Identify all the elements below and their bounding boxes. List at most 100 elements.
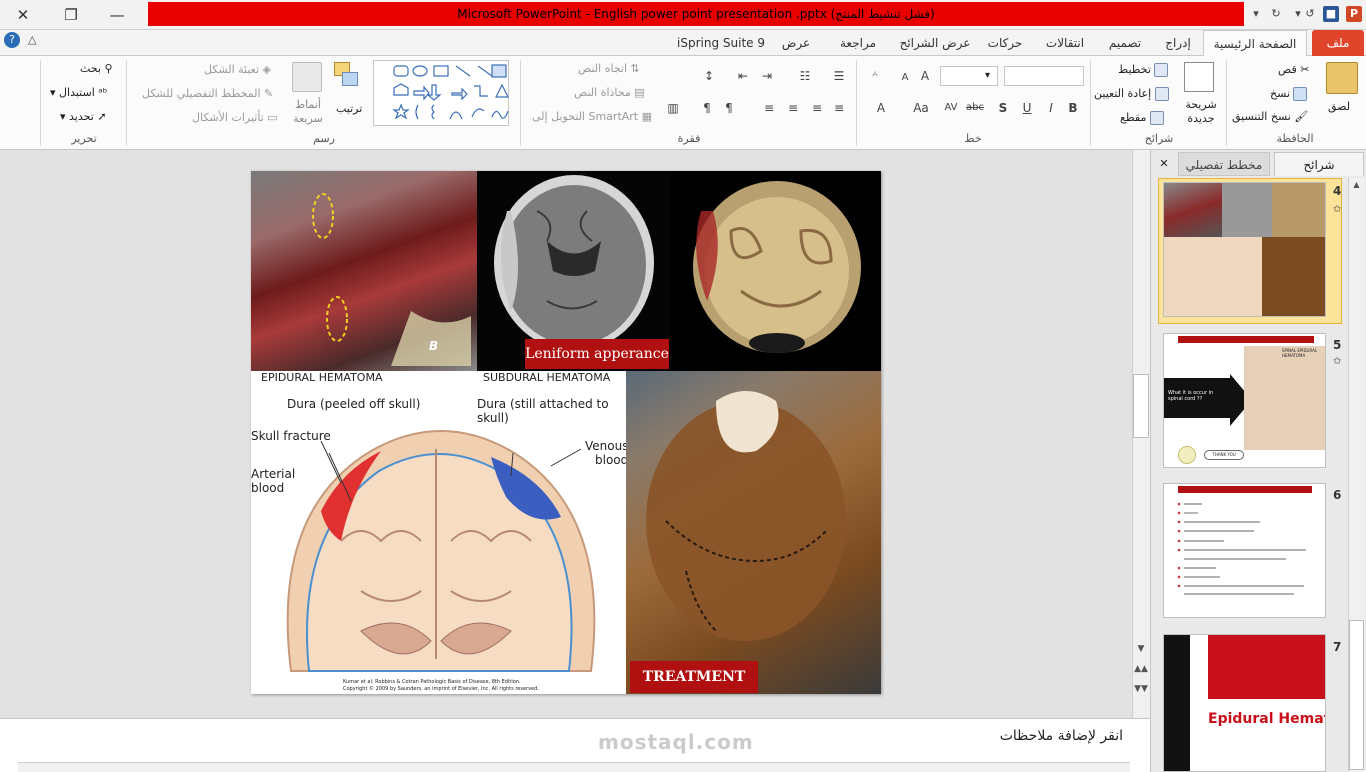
spacing-icon[interactable]: AV [942, 99, 960, 117]
tab-home[interactable]: الصفحة الرئيسية [1203, 30, 1307, 56]
tab-outline-panel[interactable]: مخطط تفصيلي [1178, 152, 1270, 176]
copy-button[interactable]: نسخ [1270, 85, 1308, 103]
numbering-icon[interactable]: ☷ [796, 67, 814, 85]
next-slide-icon[interactable]: ▼▼ [1134, 684, 1148, 694]
ltr-icon[interactable]: ¶ [698, 99, 716, 117]
bullets-icon[interactable]: ☰ [830, 67, 848, 85]
notes-placeholder[interactable]: انقر لإضافة ملاحظات [1000, 728, 1123, 744]
effects-icon: ▭ [267, 111, 278, 124]
shape-effects-button[interactable]: تأثيرات الأشكال ▭ [192, 109, 278, 127]
smartart-icon: ▦ [641, 110, 653, 123]
tab-ispring[interactable]: iSpring Suite 9 [676, 30, 766, 56]
slide-thumbnail-4[interactable] [1163, 182, 1326, 317]
thumb-number-7: 7 [1333, 640, 1342, 654]
find-button[interactable]: بحث ⚲ [80, 60, 113, 78]
shrink-font-icon[interactable]: A [896, 69, 914, 87]
thumb5-smiley-icon [1178, 446, 1196, 464]
indent-decrease-icon[interactable]: ⇤ [734, 67, 752, 85]
slide-thumbnail-7[interactable]: Epidural Hemato [1163, 634, 1326, 772]
thumb5-title: SPINAL EPIDURAL HEMATOMA [1282, 348, 1318, 358]
select-button[interactable]: ▾ تحديد ➚ [60, 108, 107, 126]
paste-icon[interactable] [1326, 62, 1358, 94]
group-divider [1090, 60, 1091, 146]
shape-outline-button[interactable]: المخطط التفصيلي للشكل ✎ [142, 85, 273, 103]
align-center-icon[interactable]: ≡ [808, 99, 826, 117]
shape-fill-button[interactable]: تعبئة الشكل ◈ [204, 61, 271, 79]
rtl-icon[interactable]: ¶ [720, 99, 738, 117]
change-case-icon[interactable]: Aa [912, 99, 930, 117]
tab-design[interactable]: تصميم [1100, 30, 1150, 56]
italic-icon[interactable]: I [1042, 99, 1060, 117]
thumb4-diagram [1164, 237, 1262, 316]
arrange-icon[interactable] [334, 62, 360, 92]
new-slide-button[interactable]: شريحة جديدة [1178, 98, 1224, 126]
new-slide-icon[interactable] [1184, 62, 1214, 92]
bold-icon[interactable]: B [1064, 99, 1082, 117]
justify-icon[interactable]: ≡ [760, 99, 778, 117]
align-text-button[interactable]: محاذاة النص ▤ [574, 84, 645, 102]
layout-button[interactable]: تخطيط [1118, 61, 1169, 79]
align-right-icon[interactable]: ≡ [830, 99, 848, 117]
tab-slides-panel[interactable]: شرائح [1274, 152, 1364, 176]
text-direction-button[interactable]: اتجاه النص ⇅ [578, 60, 640, 78]
line-spacing-icon[interactable]: ↕ [700, 67, 718, 85]
shape-fill-label: تعبئة الشكل [204, 63, 260, 76]
notes-horizontal-scrollbar[interactable] [18, 762, 1130, 772]
strikethrough-icon[interactable]: abc [966, 99, 984, 117]
replace-button[interactable]: ▾ استبدال ᵃᵇ [50, 84, 107, 102]
slide-scrollbar-thumb[interactable] [1133, 374, 1149, 438]
font-color-icon[interactable]: A [872, 99, 890, 117]
animation-star-icon: ✩ [1333, 204, 1342, 215]
align-left-icon[interactable]: ≡ [784, 99, 802, 117]
reset-button[interactable]: إعادة التعيين [1094, 85, 1169, 103]
undo-icon[interactable]: ↺ [1302, 6, 1318, 22]
tab-view[interactable]: عرض [772, 30, 820, 56]
tab-slideshow[interactable]: عرض الشرائح [896, 30, 974, 56]
underline-icon[interactable]: U [1018, 99, 1036, 117]
thumb7-title: Epidural Hemato [1208, 711, 1325, 727]
paste-button[interactable]: لصق [1328, 98, 1350, 116]
help-icon[interactable]: ? [4, 32, 20, 48]
font-name-box[interactable] [1004, 66, 1084, 86]
current-slide[interactable]: B Leniform apperance EPIDURAL HEMATOMA S… [251, 171, 881, 694]
thumb-number-6: 6 [1333, 488, 1342, 502]
format-painter-button[interactable]: نسخ التنسيق 🖌 [1232, 108, 1308, 126]
grow-font-icon[interactable]: A [916, 67, 934, 85]
redo-icon[interactable]: ↻ [1268, 6, 1284, 22]
slide-thumbnail-5[interactable]: What it is occur in spinal cord ?? SPINA… [1163, 333, 1326, 468]
shapes-gallery[interactable] [373, 60, 509, 126]
scroll-down-icon[interactable]: ▼ [1134, 644, 1148, 654]
arrange-button[interactable]: ترتيب [336, 100, 362, 118]
tab-review[interactable]: مراجعة [826, 30, 890, 56]
tab-transitions[interactable]: انتقالات [1036, 30, 1094, 56]
brush-icon: 🖌 [1294, 110, 1309, 123]
convert-smartart-button[interactable]: التحويل إلى SmartArt ▦ [532, 108, 652, 126]
layout-label: تخطيط [1118, 63, 1151, 76]
close-button[interactable]: ✕ [12, 4, 34, 26]
tab-file[interactable]: ملف [1312, 30, 1364, 56]
hematoma-outline-mark [312, 193, 471, 366]
section-button[interactable]: مقطع [1120, 109, 1164, 127]
scissors-icon: ✂ [1300, 63, 1310, 76]
prev-slide-icon[interactable]: ▲▲ [1134, 664, 1148, 674]
indent-increase-icon[interactable]: ⇥ [758, 67, 776, 85]
shadow-icon[interactable]: S [994, 99, 1012, 117]
thumbs-scroll-up-icon[interactable]: ▲ [1350, 180, 1363, 189]
quick-styles-button[interactable]: أنماط سريعة [286, 98, 330, 126]
thumb-number-4: 4 [1333, 184, 1342, 198]
slide-thumbnail-6[interactable] [1163, 483, 1326, 618]
clear-format-icon[interactable]: ᴬ [866, 67, 884, 85]
quick-styles-icon[interactable] [292, 62, 322, 92]
thumbs-scrollbar-thumb[interactable] [1349, 620, 1364, 770]
qat-customize-icon[interactable]: ▾ [1248, 6, 1264, 22]
cut-button[interactable]: قص ✂ [1278, 61, 1309, 79]
tab-insert[interactable]: إدراج [1156, 30, 1200, 56]
save-icon[interactable]: ■ [1323, 6, 1339, 22]
minimize-button[interactable]: — [106, 4, 128, 26]
columns-icon[interactable]: ▥ [664, 99, 682, 117]
close-panel-icon[interactable]: ✕ [1156, 156, 1172, 172]
ribbon-collapse-icon[interactable]: △ [28, 33, 36, 46]
tab-animations[interactable]: حركات [980, 30, 1030, 56]
restore-button[interactable]: ❐ [60, 4, 82, 26]
font-size-box[interactable]: ▾ [940, 66, 998, 86]
